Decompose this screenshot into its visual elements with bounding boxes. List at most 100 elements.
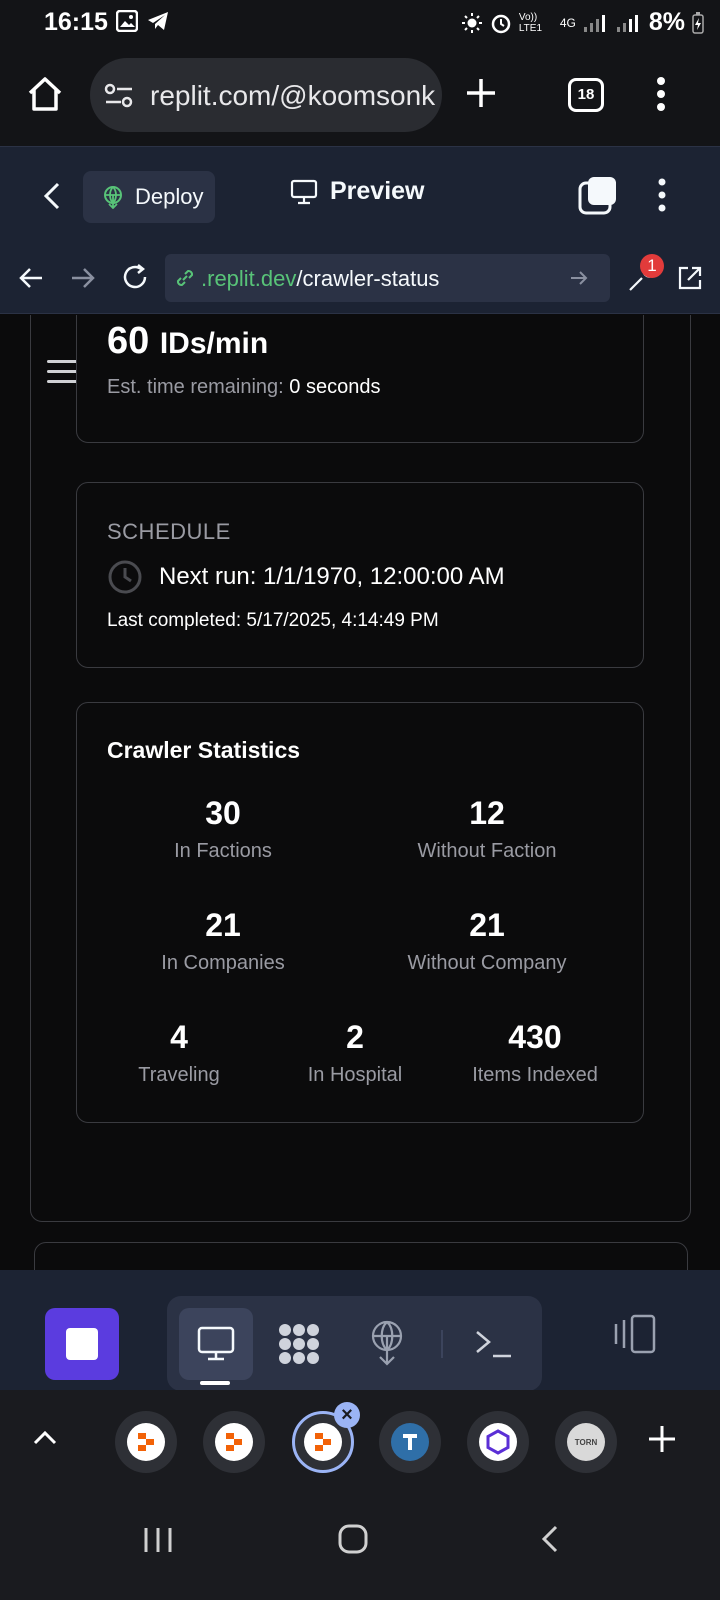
stat-value: 21: [469, 907, 505, 943]
tab-indicator: [200, 1381, 230, 1385]
browser-menu-icon[interactable]: [655, 76, 667, 112]
crawl-rate: 60 IDs/min: [107, 320, 268, 363]
replit-header: Deploy Preview: [0, 146, 720, 244]
preview-tab-title: Preview: [290, 177, 425, 206]
webview-url-field[interactable]: .replit.dev/crawler-status: [165, 254, 610, 302]
deploy-button[interactable]: Deploy: [83, 171, 215, 223]
back-chevron-icon[interactable]: [42, 181, 62, 211]
preview-tool-button[interactable]: [179, 1308, 253, 1380]
stat-in-factions: 30 In Factions: [133, 795, 313, 863]
forward-arrow-icon[interactable]: [70, 266, 96, 290]
add-tab-icon[interactable]: [647, 1424, 677, 1454]
clock-icon: [108, 560, 142, 594]
url-path: /crawler-status: [296, 266, 440, 291]
telegram-icon: [148, 12, 168, 30]
tab-replit-1[interactable]: [115, 1411, 177, 1473]
webview-nav-bar: .replit.dev/crawler-status 1: [0, 244, 720, 314]
stat-label: Without Company: [407, 952, 567, 974]
signal-icon-2: [616, 14, 638, 32]
preview-label: Preview: [330, 177, 425, 205]
open-external-icon[interactable]: [676, 264, 704, 292]
stats-title: Crawler Statistics: [107, 737, 301, 763]
new-tab-icon[interactable]: [464, 76, 498, 110]
expand-chevron-icon[interactable]: [32, 1428, 58, 1446]
est-value: 0 seconds: [289, 376, 381, 398]
home-icon[interactable]: [26, 76, 64, 112]
replit-icon: [138, 1433, 154, 1451]
monitor-icon: [290, 179, 318, 204]
next-run-row: Next run: 1/1/1970, 12:00:00 AM: [107, 559, 505, 595]
schedule-card: SCHEDULE Next run: 1/1/1970, 12:00:00 AM…: [76, 482, 644, 668]
tab-app-hex[interactable]: [467, 1411, 529, 1473]
tabs-overview-icon[interactable]: [578, 175, 618, 215]
next-run-text: Next run: 1/1/1970, 12:00:00 AM: [159, 563, 505, 590]
close-tab-icon[interactable]: ×: [334, 1402, 360, 1428]
network-type: 4G: [559, 15, 576, 30]
recent-apps-icon[interactable]: [143, 1526, 173, 1554]
battery-charging-icon: [692, 11, 704, 34]
volte-label: Vo)) LTE1: [518, 11, 543, 34]
hamburger-menu-icon[interactable]: [47, 360, 79, 384]
stat-without-company: 21 Without Company: [377, 907, 597, 975]
replit-icon: [315, 1433, 331, 1451]
schedule-heading: SCHEDULE: [107, 519, 231, 544]
app-icon: [403, 1434, 417, 1450]
battery-level: 8%: [648, 8, 685, 36]
stat-items-indexed: 430 Items Indexed: [453, 1019, 617, 1087]
tab-torn[interactable]: TORN: [555, 1411, 617, 1473]
tab-replit-2[interactable]: [203, 1411, 265, 1473]
stat-label: In Factions: [174, 840, 272, 862]
last-completed-value: 5/17/2025, 4:14:49 PM: [246, 610, 439, 631]
notification-badge: 1: [640, 254, 664, 278]
system-back-icon[interactable]: [540, 1524, 560, 1554]
stop-button[interactable]: [45, 1308, 119, 1380]
stat-without-faction: 12 Without Faction: [377, 795, 597, 863]
deploy-icon: [104, 186, 122, 209]
stat-label: In Companies: [161, 952, 285, 974]
address-bar[interactable]: replit.com/@koomsonk: [90, 58, 442, 132]
status-bar: 16:15 Vo)) LTE1 4G 8%: [0, 0, 720, 46]
stat-label: Items Indexed: [472, 1064, 598, 1086]
stat-in-companies: 21 In Companies: [123, 907, 323, 975]
crawler-statistics-card: Crawler Statistics 30 In Factions 12 Wit…: [76, 702, 644, 1123]
address-text: replit.com/@koomsonk: [150, 80, 436, 111]
home-button-icon[interactable]: [338, 1524, 368, 1554]
tab-app-blue[interactable]: [379, 1411, 441, 1473]
est-time-remaining: Est. time remaining: 0 seconds: [107, 376, 380, 399]
stat-label: In Hospital: [307, 1064, 403, 1086]
tool-switcher: [167, 1296, 542, 1391]
browser-tab-strip: × TORN: [0, 1390, 720, 1490]
browser-toolbar: replit.com/@koomsonk 18: [0, 46, 720, 146]
back-arrow-icon[interactable]: [18, 266, 44, 290]
status-time: 16:15: [44, 8, 108, 36]
stat-value: 30: [205, 795, 241, 831]
gallery-icon: [116, 10, 138, 32]
torn-logo: TORN: [574, 1437, 598, 1447]
shell-icon[interactable]: [473, 1328, 513, 1360]
rate-value: 60: [107, 320, 150, 362]
workflows-icon[interactable]: [275, 1322, 323, 1366]
site-settings-icon[interactable]: [104, 82, 134, 110]
last-completed-label: Last completed:: [107, 610, 242, 631]
stat-value: 4: [170, 1019, 188, 1055]
monitor-icon: [197, 1326, 235, 1361]
stat-label: Traveling: [138, 1064, 220, 1086]
tab-switcher-button[interactable]: 18: [568, 78, 604, 112]
device-rotate-icon[interactable]: [612, 1314, 658, 1354]
stat-in-hospital: 2 In Hospital: [283, 1019, 427, 1087]
deployments-icon[interactable]: [369, 1320, 405, 1366]
system-navigation-bar: [0, 1490, 720, 1600]
reload-icon[interactable]: [120, 262, 150, 292]
next-panel-edge: [34, 1242, 688, 1270]
replit-menu-icon[interactable]: [656, 177, 668, 213]
last-completed: Last completed: 5/17/2025, 4:14:49 PM: [107, 610, 439, 632]
go-arrow-icon[interactable]: [569, 268, 589, 288]
rate-unit: IDs/min: [159, 327, 269, 360]
stat-traveling: 4 Traveling: [107, 1019, 251, 1087]
url-domain: .replit.dev: [201, 266, 297, 291]
est-label: Est. time remaining:: [107, 376, 284, 398]
brightness-icon: [461, 12, 482, 33]
stop-icon: [66, 1328, 98, 1360]
crawl-rate-card: 60 IDs/min Est. time remaining: 0 second…: [76, 315, 644, 443]
stat-value: 21: [205, 907, 241, 943]
